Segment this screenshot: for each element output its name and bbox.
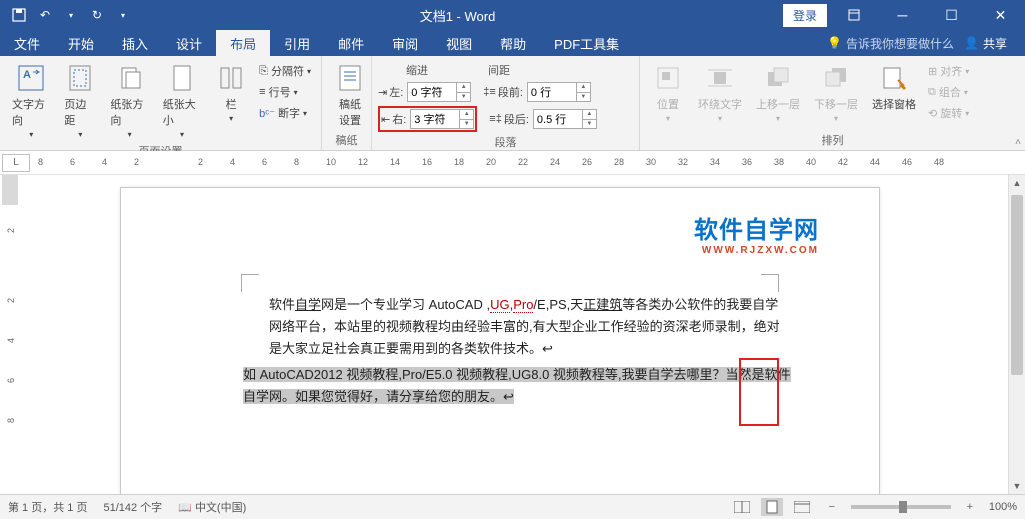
qat-customize-icon[interactable]: ▾ — [114, 6, 132, 24]
highlight-box — [739, 358, 779, 426]
book-icon: 📖 — [178, 502, 192, 514]
tab-references[interactable]: 引用 — [270, 30, 324, 56]
lightbulb-icon: 💡 — [827, 36, 842, 50]
breaks-button[interactable]: ⎘分隔符▾ — [257, 62, 313, 80]
rotate-icon: ⟲ — [928, 107, 937, 120]
status-page[interactable]: 第 1 页，共 1 页 — [8, 499, 87, 515]
scroll-up-icon[interactable]: ▲ — [1009, 175, 1025, 191]
scrollbar-thumb[interactable] — [1011, 195, 1023, 375]
text-direction-button[interactable]: A文字方向▾ — [8, 60, 54, 141]
document-page[interactable]: 软件自学网 WWW.RJZXW.COM 软件自学网是一个专业学习 AutoCAD… — [120, 187, 880, 494]
indent-right-input[interactable]: 3 字符▲▼ — [410, 109, 474, 129]
tab-design[interactable]: 设计 — [162, 30, 216, 56]
undo-icon[interactable]: ↶ — [36, 6, 54, 24]
indent-header: 缩进 — [406, 62, 428, 78]
tab-layout[interactable]: 布局 — [216, 30, 270, 56]
tab-view[interactable]: 视图 — [432, 30, 486, 56]
scroll-down-icon[interactable]: ▼ — [1009, 478, 1025, 494]
spacing-before-icon: ‡≡ — [483, 86, 496, 98]
group-label-arrange: 排列 — [648, 130, 1017, 148]
tab-home[interactable]: 开始 — [54, 30, 108, 56]
orientation-button[interactable]: 纸张方向▾ — [106, 60, 152, 141]
zoom-handle[interactable] — [899, 501, 907, 513]
chevron-down-icon: ▾ — [29, 130, 33, 139]
indent-right-icon: ⇤ — [381, 113, 390, 126]
size-button[interactable]: 纸张大小▾ — [159, 60, 205, 141]
group-label-manuscript: 稿纸 — [330, 130, 363, 148]
tab-file[interactable]: 文件 — [0, 30, 54, 56]
columns-button[interactable]: 栏▾ — [211, 60, 251, 125]
spacing-after-icon: ≡‡ — [489, 113, 502, 125]
zoom-level[interactable]: 100% — [989, 501, 1017, 513]
save-icon[interactable] — [10, 6, 28, 24]
group-button: ⧉组合▾ — [926, 83, 971, 101]
tab-pdf[interactable]: PDF工具集 — [540, 30, 633, 56]
margins-button[interactable]: 页边距▾ — [60, 60, 100, 141]
rotate-button: ⟲旋转▾ — [926, 104, 971, 122]
indent-left-label: ⇥左: — [378, 84, 403, 100]
linenum-icon: ≡ — [259, 86, 265, 98]
line-numbers-button[interactable]: ≡行号▾ — [257, 83, 313, 101]
align-button: ⊞对齐▾ — [926, 62, 971, 80]
paragraph-1[interactable]: 软件自学网是一个专业学习 AutoCAD ,UG,Pro/E,PS,天正建筑等各… — [269, 294, 789, 360]
manuscript-button[interactable]: 稿纸 设置 — [330, 60, 370, 130]
zoom-in-button[interactable]: + — [959, 498, 981, 516]
tell-me-input[interactable]: 💡告诉我你想要做什么 — [827, 35, 954, 52]
crop-mark — [241, 274, 259, 292]
tab-selector[interactable]: L — [2, 154, 30, 172]
spacing-before-label: ‡≡段前: — [483, 84, 523, 100]
tab-insert[interactable]: 插入 — [108, 30, 162, 56]
tab-mailings[interactable]: 邮件 — [324, 30, 378, 56]
window-title: 文档1 - Word — [132, 6, 783, 25]
collapse-ribbon-icon[interactable]: ˄ — [1015, 137, 1021, 148]
share-icon: 👤 — [964, 36, 979, 50]
wrap-text-button: 环绕文字▾ — [694, 60, 746, 125]
vertical-ruler[interactable]: 2 2 4 6 8 — [0, 175, 24, 494]
web-layout-button[interactable] — [791, 498, 813, 516]
spacing-before-input[interactable]: 0 行▲▼ — [527, 82, 591, 102]
share-button[interactable]: 👤共享 — [964, 35, 1007, 52]
spacing-after-input[interactable]: 0.5 行▲▼ — [533, 109, 597, 129]
tab-help[interactable]: 帮助 — [486, 30, 540, 56]
status-lang[interactable]: 📖 中文(中国) — [178, 499, 246, 515]
spin-up-icon[interactable]: ▲ — [457, 83, 470, 93]
read-mode-button[interactable] — [731, 498, 753, 516]
bring-forward-button: 上移一层▾ — [752, 60, 804, 125]
status-words[interactable]: 51/142 个字 — [103, 499, 162, 515]
redo-icon[interactable]: ↻ — [88, 6, 106, 24]
ribbon-display-icon[interactable] — [831, 0, 876, 30]
crop-mark — [761, 274, 779, 292]
send-backward-button: 下移一层▾ — [810, 60, 862, 125]
print-layout-button[interactable] — [761, 498, 783, 516]
spin-down-icon[interactable]: ▼ — [457, 93, 470, 102]
zoom-slider[interactable] — [851, 505, 951, 509]
svg-text:A: A — [23, 69, 31, 81]
maximize-button[interactable]: ☐ — [929, 0, 974, 30]
close-button[interactable]: ✕ — [978, 0, 1023, 30]
group-icon: ⧉ — [928, 86, 936, 99]
spacing-header: 间距 — [488, 62, 510, 78]
horizontal-ruler[interactable]: 8642246810121416182022242628303234363840… — [38, 154, 1025, 172]
indent-left-input[interactable]: 0 字符▲▼ — [407, 82, 471, 102]
indent-left-icon: ⇥ — [378, 86, 387, 99]
selection-pane-button[interactable]: 选择窗格 — [868, 60, 920, 114]
align-icon: ⊞ — [928, 65, 937, 78]
login-button[interactable]: 登录 — [783, 4, 827, 27]
spacing-after-label: ≡‡段后: — [489, 111, 529, 127]
vertical-scrollbar[interactable]: ▲ ▼ — [1008, 175, 1025, 494]
minimize-button[interactable]: ─ — [880, 0, 925, 30]
undo-dropdown-icon[interactable]: ▾ — [62, 6, 80, 24]
position-button: 位置▾ — [648, 60, 688, 125]
tab-review[interactable]: 审阅 — [378, 30, 432, 56]
hyphen-icon: bᶜ⁻ — [259, 107, 275, 120]
watermark: 软件自学网 WWW.RJZXW.COM — [694, 210, 819, 256]
paragraph-2[interactable]: 如 AutoCAD2012 视频教程,Pro/E5.0 视频教程,UG8.0 视… — [243, 364, 803, 408]
indent-right-label: ⇤右: — [381, 111, 406, 127]
hyphenation-button[interactable]: bᶜ⁻断字▾ — [257, 104, 313, 122]
group-label-paragraph: 段落 — [378, 132, 633, 150]
breaks-icon: ⎘ — [259, 65, 268, 78]
zoom-out-button[interactable]: − — [821, 498, 843, 516]
